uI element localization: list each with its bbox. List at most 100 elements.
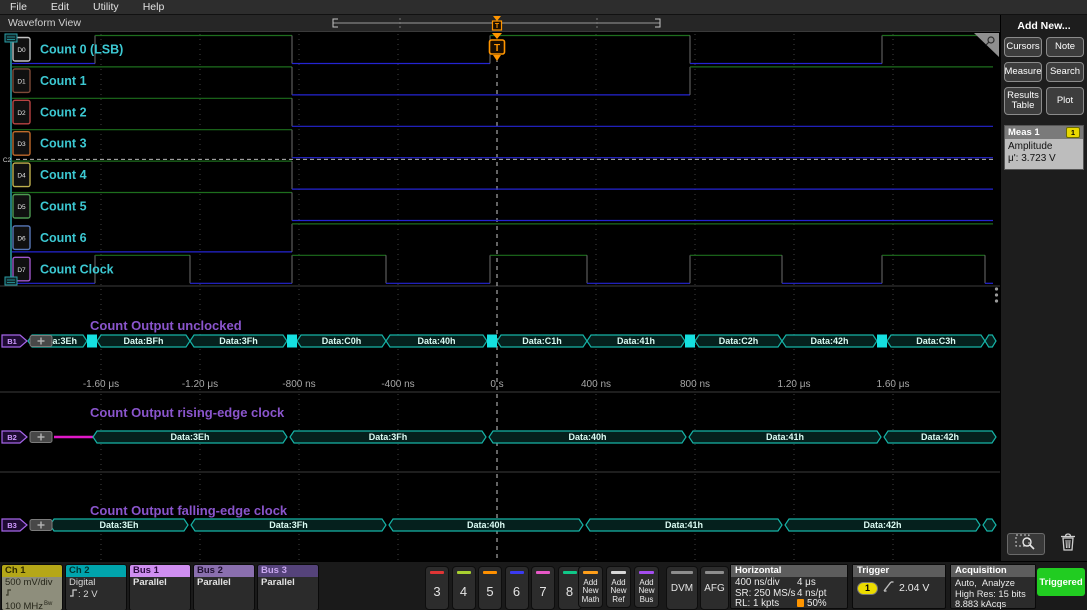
trigger-panel[interactable]: Trigger 1 2.04 V — [852, 564, 946, 609]
add-new-math-button[interactable]: AddNewMath — [578, 566, 603, 608]
dvm-badge[interactable]: DVM — [666, 566, 698, 610]
trash-button[interactable] — [1055, 533, 1081, 555]
horizontal-overview-bar[interactable]: T — [0, 15, 1000, 31]
acquisition-panel[interactable]: Acquisition Auto, Analyze High Res: 15 b… — [950, 564, 1036, 609]
trigger-level: 2.04 V — [899, 583, 929, 594]
svg-text:Data:3Fh: Data:3Fh — [369, 432, 408, 442]
svg-text:D0: D0 — [17, 47, 26, 54]
channel-badge-title: Ch 1 — [2, 565, 62, 577]
channel-chip-D6[interactable]: D6 — [13, 226, 30, 250]
add-new-bus-button[interactable]: AddNewBus — [634, 566, 659, 608]
svg-text:D5: D5 — [17, 204, 26, 211]
channel-number: 4 — [460, 584, 467, 599]
bus-badge-B1[interactable]: B1 — [2, 335, 27, 347]
note-button[interactable]: Note — [1046, 37, 1084, 57]
bus-glitch-segment — [487, 335, 497, 348]
bus-segment[interactable] — [983, 519, 996, 531]
bus-glitch-segment — [685, 335, 695, 348]
time-axis-label: -800 ns — [282, 379, 315, 390]
slice-splitter-handle[interactable] — [995, 287, 998, 290]
bus-glitch-segment — [877, 335, 887, 348]
inactive-channel-badge-4[interactable]: 4 — [452, 566, 476, 610]
time-axis-label: 0 s — [490, 379, 503, 390]
channel-color-stripe — [510, 571, 524, 574]
bus-label-B2[interactable]: Count Output rising-edge clock — [90, 405, 285, 420]
horizontal-scale: 400 ns/div — [735, 578, 797, 589]
channel-chip-D1[interactable]: D1 — [13, 69, 30, 93]
waveform-plot-area[interactable]: D0 Count 0 (LSB) D1 Count 1 D2 Count 2 D3 Count… — [0, 32, 1000, 561]
meas1-name: Meas 1 — [1008, 127, 1040, 138]
channel-badge-ch-1[interactable]: Ch 1500 mV/div100 MHzBw — [1, 564, 63, 610]
svg-text:Data:3Fh: Data:3Fh — [219, 336, 258, 346]
channel-chip-D4[interactable]: D4 — [13, 163, 30, 187]
bus-expand-button-B1[interactable] — [30, 336, 52, 347]
channel-label-D6[interactable]: Count 6 — [40, 231, 87, 245]
slice-splitter-handle[interactable] — [995, 293, 998, 296]
channel-chip-D3[interactable]: D3 — [13, 132, 30, 156]
inactive-channel-badge-6[interactable]: 6 — [505, 566, 529, 610]
channel-badge-details: Parallel — [130, 577, 190, 610]
time-axis-label: 800 ns — [680, 379, 710, 390]
measurement-badge-meas1[interactable]: Meas 1 1 Amplitude μ': 3.723 V — [1004, 125, 1084, 170]
svg-text:D6: D6 — [17, 235, 26, 242]
digital-channel-D2 — [12, 98, 993, 126]
channel-chip-D2[interactable]: D2 — [13, 100, 30, 124]
results-table-button[interactable]: Results Table — [1004, 87, 1042, 115]
waveform-view-tab-bar: Waveform View T — [0, 15, 1000, 32]
add-new-label: AddNewRef — [610, 579, 626, 605]
menu-edit[interactable]: Edit — [51, 1, 69, 13]
channel-label-D1[interactable]: Count 1 — [40, 74, 87, 88]
slice-splitter-handle[interactable] — [995, 299, 998, 302]
svg-text:T: T — [495, 23, 500, 30]
inactive-channel-badge-5[interactable]: 5 — [478, 566, 502, 610]
channel-label-D2[interactable]: Count 2 — [40, 105, 87, 119]
measure-button[interactable]: Measure — [1004, 62, 1042, 82]
acquisition-count: 8.883 kAcqs — [955, 599, 1031, 610]
menu-utility[interactable]: Utility — [93, 1, 119, 13]
svg-text:D7: D7 — [17, 267, 26, 274]
inactive-channel-badge-7[interactable]: 7 — [531, 566, 555, 610]
menu-file[interactable]: File — [10, 1, 27, 13]
svg-text:Data:40h: Data:40h — [417, 336, 455, 346]
bus-expand-button-B2[interactable] — [30, 432, 52, 443]
bus-badge-B3[interactable]: B3 — [2, 519, 27, 531]
search-button[interactable]: Search — [1046, 62, 1084, 82]
channel-number: 7 — [539, 584, 546, 599]
add-new-ref-button[interactable]: AddNewRef — [606, 566, 631, 608]
afg-badge[interactable]: AFG — [700, 566, 729, 610]
settings-bar: Ch 1500 mV/div100 MHzBwCh 2Digital: 2 VB… — [0, 561, 1087, 610]
channel-label-D4[interactable]: Count 4 — [40, 168, 87, 182]
channel-label-D0[interactable]: Count 0 (LSB) — [40, 43, 123, 57]
add-new-label: AddNewBus — [638, 579, 654, 605]
bus-label-B3[interactable]: Count Output falling-edge clock — [90, 503, 288, 518]
channel-label-D5[interactable]: Count 5 — [40, 200, 87, 214]
channel-label-D7[interactable]: Count Clock — [40, 262, 114, 276]
trigger-flag[interactable]: T — [490, 33, 505, 61]
bus-label-B1[interactable]: Count Output unclocked — [90, 318, 242, 333]
channel-badge-ch-2[interactable]: Ch 2Digital: 2 V — [65, 564, 127, 610]
cursors-button[interactable]: Cursors — [1004, 37, 1042, 57]
horizontal-panel[interactable]: Horizontal 400 ns/div4 μs SR: 250 MS/s4 … — [730, 564, 848, 609]
channel-badge-title: Bus 1 — [130, 565, 190, 577]
zoom-box-button[interactable] — [1007, 533, 1045, 555]
channel-badge-bus-1[interactable]: Bus 1Parallel — [129, 564, 191, 610]
bus-expand-button-B3[interactable] — [30, 520, 52, 531]
channel-label-D3[interactable]: Count 3 — [40, 137, 87, 151]
digital-channel-D7 — [12, 255, 993, 283]
bus-badge-B2[interactable]: B2 — [2, 431, 27, 443]
svg-text:B1: B1 — [7, 337, 17, 346]
svg-text:Data:42h: Data:42h — [863, 520, 901, 530]
overview-trigger-marker[interactable]: T — [493, 16, 502, 30]
triggered-label: Triggered — [1039, 577, 1082, 588]
inactive-channel-badge-3[interactable]: 3 — [425, 566, 449, 610]
channel-badge-bus-3[interactable]: Bus 3Parallel — [257, 564, 319, 610]
bus-segment[interactable] — [985, 335, 996, 347]
channel-number: 8 — [566, 584, 573, 599]
plot-button[interactable]: Plot — [1046, 87, 1084, 115]
zoom-corner-control[interactable] — [974, 33, 999, 57]
channel-badge-bus-2[interactable]: Bus 2Parallel — [193, 564, 255, 610]
channel-chip-D5[interactable]: D5 — [13, 195, 30, 219]
svg-text:Data:41h: Data:41h — [766, 432, 804, 442]
menu-help[interactable]: Help — [143, 1, 165, 13]
svg-text:D4: D4 — [17, 173, 26, 180]
